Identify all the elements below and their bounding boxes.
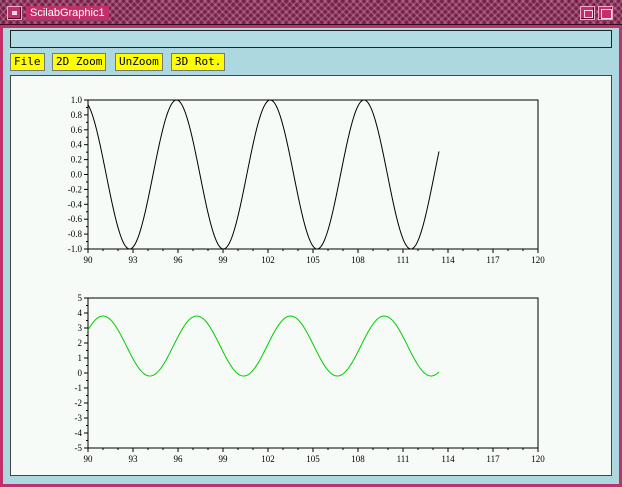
plot-2-x-tick-label: 90 [84, 454, 94, 464]
plot-1-x-tick-label: 105 [306, 255, 320, 265]
plot-2-x-tick-label: 99 [219, 454, 229, 464]
minimize-icon[interactable] [580, 6, 595, 20]
plot-2-x-tick-label: 120 [531, 454, 545, 464]
plot-2-y-tick-label: 0 [78, 368, 83, 378]
title-bar[interactable]: ScilabGraphic1 [0, 0, 622, 25]
plot-1-y-tick-label: 1.0 [71, 95, 83, 105]
plot-1-x-tick-label: 114 [441, 255, 455, 265]
plot-2-y-tick-label: 1 [78, 353, 83, 363]
file-menu-button[interactable]: File [10, 53, 45, 71]
plot-2-y-tick-label: -5 [75, 443, 83, 453]
plot-2-y-tick-label: 5 [78, 293, 83, 303]
plot-2-x-tick-label: 117 [486, 454, 500, 464]
plot-2-x-tick-label: 111 [397, 454, 410, 464]
plot-1-x-tick-label: 111 [397, 255, 410, 265]
plot-1-y-tick-label: -0.2 [68, 184, 82, 194]
plot-1-y-tick-label: -1.0 [68, 244, 83, 254]
plot-1-x-tick-label: 99 [219, 255, 229, 265]
plot-area[interactable]: 90 93 96 99 102 105 108 111 114 117 1201.00.80.60.… [11, 76, 611, 475]
plot-2-x-tick-label: 96 [174, 454, 184, 464]
plot-1-series-line [87, 99, 440, 250]
window-menu-icon[interactable] [7, 6, 22, 20]
plot-2-x-tick-label: 102 [261, 454, 275, 464]
plot-1-x-tick-label: 120 [531, 255, 545, 265]
plot-1-x-tick-label: 117 [486, 255, 500, 265]
plot-2-y-tick-label: -1 [75, 383, 83, 393]
plot-2-y-tick-label: -4 [75, 428, 83, 438]
plot-2-y-tick-label: -3 [75, 413, 83, 423]
info-message-bar [10, 30, 612, 48]
plot-2-y-tick-label: 2 [78, 338, 83, 348]
plot-2-series-line [87, 315, 440, 377]
unzoom-button[interactable]: UnZoom [115, 53, 163, 71]
plot-1-y-tick-label: 0.6 [71, 125, 83, 135]
plot-1-x-tick-label: 93 [129, 255, 139, 265]
plot-2-y-tick-label: 3 [78, 323, 83, 333]
plot-2-x-tick-label: 108 [351, 454, 365, 464]
plot-2-x-tick-label: 105 [306, 454, 320, 464]
plot-1-y-tick-label: 0.4 [71, 140, 83, 150]
plot-2-y-tick-label: 4 [78, 308, 83, 318]
3d-rot-button[interactable]: 3D Rot. [171, 53, 226, 71]
plot-1-y-tick-label: 0.8 [71, 110, 83, 120]
plot-2-y-tick-label: -2 [75, 398, 83, 408]
plot-1-frame [87, 99, 539, 250]
maximize-icon[interactable] [598, 6, 613, 20]
plot-1-x-tick-label: 102 [261, 255, 275, 265]
plot-2-x-tick-label: 114 [441, 454, 455, 464]
graphic-canvas[interactable]: 90 93 96 99 102 105 108 111 114 117 120 1.0 0.8 0.6 0.… [10, 75, 612, 476]
plot-2-x-tick-label: 93 [129, 454, 139, 464]
plot-1-x-tick-label: 108 [351, 255, 365, 265]
plot-1-y-tick-label: -0.6 [68, 214, 83, 224]
plot-1-y-tick-label: -0.4 [68, 199, 83, 209]
plot-1-x-tick-label: 90 [84, 255, 94, 265]
plot-1-x-tick-label: 96 [174, 255, 184, 265]
plot-1-y-tick-label: 0.0 [71, 170, 83, 180]
window-title: ScilabGraphic1 [26, 6, 109, 20]
plot-2-frame [87, 297, 539, 449]
plot-1-y-tick-label: -0.8 [68, 229, 83, 239]
2d-zoom-button[interactable]: 2D Zoom [52, 53, 107, 71]
plot-1-y-tick-label: 0.2 [71, 155, 82, 165]
